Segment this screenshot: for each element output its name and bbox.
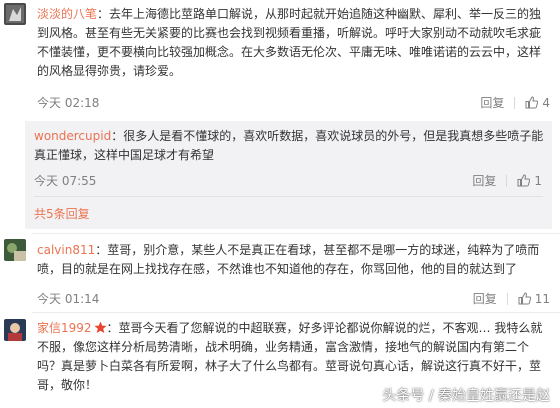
comment-1: 淡淡的八笔：去年上海德比莖路单口解说，从那时起就开始追随这种幽默、犀利、举一反三…	[0, 0, 560, 120]
username[interactable]: 家信1992	[37, 321, 92, 335]
comment-meta: 今天 01:14 回复 11	[37, 290, 550, 308]
avatar[interactable]	[4, 239, 26, 261]
more-replies-link[interactable]: 共5条回复	[34, 205, 90, 222]
divider	[506, 174, 508, 187]
thumbs-up-icon	[525, 96, 539, 109]
divider	[514, 96, 516, 109]
reply-button[interactable]: 回复	[472, 172, 496, 189]
timestamp: 今天 07:55	[34, 174, 97, 188]
timestamp: 今天 01:14	[37, 292, 100, 306]
divider	[34, 196, 543, 197]
like-count: 11	[534, 291, 550, 306]
comment-text: ：莖哥今天看了您解说的中超联赛，好多评论都说你解说的烂，不客观… 我特么就不服，…	[37, 321, 543, 392]
comment-body: 家信1992 ：莖哥今天看了您解说的中超联赛，好多评论都说你解说的烂，不客观… 我…	[37, 319, 552, 395]
reply-meta: 今天 07:55 回复 1	[34, 172, 542, 190]
comment-meta: 今天 02:18 回复 4	[37, 94, 550, 112]
watermark: 头条号 / 秦始皇姓赢还是赵	[382, 388, 550, 404]
timestamp: 今天 02:18	[37, 96, 100, 110]
comment-body: 淡淡的八笔：去年上海德比莖路单口解说，从那时起就开始追随这种幽默、犀利、举一反三…	[37, 5, 552, 81]
like-button[interactable]: 4	[525, 96, 550, 110]
avatar[interactable]	[4, 319, 26, 341]
comment-3: calvin811：莖哥，别介意，某些人不是真正在看球，甚至都不是哪一方的球迷，…	[0, 234, 560, 310]
comment-text: ：很多人是看不懂球的，喜欢听数据，喜欢说球员的外号，但是我真想多些喷子能真正懂球…	[34, 129, 544, 162]
reply-button[interactable]: 回复	[473, 290, 497, 307]
comment-body: calvin811：莖哥，别介意，某些人不是真正在看球，甚至都不是哪一方的球迷，…	[37, 241, 552, 279]
username[interactable]: wondercupid	[34, 129, 111, 143]
reply-thread: wondercupid：很多人是看不懂球的，喜欢听数据，喜欢说球员的外号，但是我…	[25, 121, 552, 229]
thumbs-up-icon	[517, 174, 531, 187]
like-button[interactable]: 1	[517, 174, 542, 188]
reply-body: wondercupid：很多人是看不懂球的，喜欢听数据，喜欢说球员的外号，但是我…	[34, 127, 544, 165]
comment-text: ：莖哥，别介意，某些人不是真正在看球，甚至都不是哪一方的球迷，纯粹为了喷而喷，目…	[37, 243, 540, 276]
like-button[interactable]: 11	[518, 292, 550, 306]
username[interactable]: 淡淡的八笔	[37, 7, 97, 21]
thumbs-up-icon	[518, 292, 531, 305]
username[interactable]: calvin811	[37, 243, 95, 257]
comment-text: ：去年上海德比莖路单口解说，从那时起就开始追随这种幽默、犀利、举一反三的独到风格…	[37, 7, 542, 78]
avatar[interactable]	[4, 3, 26, 25]
reply-button[interactable]: 回复	[480, 94, 504, 111]
like-count: 1	[534, 173, 542, 188]
divider	[506, 292, 508, 305]
like-count: 4	[542, 95, 550, 110]
vip-badge-icon	[93, 321, 107, 333]
